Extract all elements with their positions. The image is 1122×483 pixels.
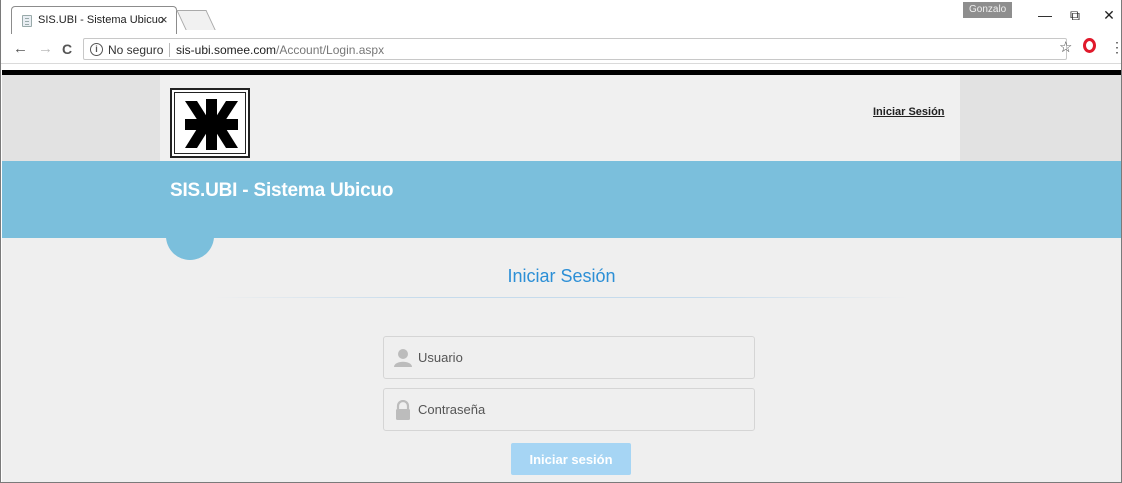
title-banner: SIS.UBI - Sistema Ubicuo <box>2 161 1121 238</box>
url-host: sis-ubi.somee.com <box>176 43 277 57</box>
header-login-link[interactable]: Iniciar Sesión <box>873 106 945 118</box>
password-input[interactable] <box>418 399 738 419</box>
password-field[interactable] <box>383 388 755 431</box>
close-window-icon[interactable]: ✕ <box>1099 7 1119 24</box>
username-field[interactable] <box>383 336 755 379</box>
new-tab-button[interactable] <box>176 10 216 30</box>
url-text[interactable]: sis-ubi.somee.com/Account/Login.aspx <box>176 43 384 57</box>
restore-icon[interactable]: ⧉ <box>1065 7 1085 24</box>
banner-tab-decoration <box>166 228 214 260</box>
tab-strip: SIS.UBI - Sistema Ubicuo × Gonzalo — ⧉ ✕ <box>1 0 1121 34</box>
browser-menu-icon[interactable]: ⋮ <box>1110 39 1121 56</box>
address-bar[interactable]: i No seguro sis-ubi.somee.com/Account/Lo… <box>83 38 1067 60</box>
site-header-center <box>160 75 960 161</box>
minimize-icon[interactable]: — <box>1035 7 1055 23</box>
utn-logo[interactable] <box>170 88 250 158</box>
tab-title: SIS.UBI - Sistema Ubicuo <box>38 14 164 26</box>
user-icon <box>394 349 412 367</box>
logo-frame <box>174 92 246 154</box>
login-heading: Iniciar Sesión <box>507 266 616 286</box>
url-divider <box>169 43 170 57</box>
lock-icon <box>396 400 410 420</box>
info-icon[interactable]: i <box>90 43 103 56</box>
page-favicon-icon <box>22 15 32 27</box>
reload-icon[interactable]: C <box>62 41 72 57</box>
page-content: Iniciar Sesión SIS.UBI - Sistema Ubicuo … <box>2 70 1121 482</box>
security-indicator[interactable]: No seguro <box>108 43 163 57</box>
opera-extension-icon[interactable] <box>1083 38 1096 53</box>
back-arrow-icon[interactable]: ← <box>13 40 28 57</box>
browser-window: SIS.UBI - Sistema Ubicuo × Gonzalo — ⧉ ✕… <box>0 0 1122 483</box>
login-submit-button[interactable]: Iniciar sesión <box>511 443 631 475</box>
browser-tab[interactable]: SIS.UBI - Sistema Ubicuo × <box>11 6 177 34</box>
profile-badge[interactable]: Gonzalo <box>963 2 1013 18</box>
tab-close-icon[interactable]: × <box>160 12 168 27</box>
heading-divider <box>214 297 908 298</box>
username-input[interactable] <box>418 347 738 367</box>
site-title: SIS.UBI - Sistema Ubicuo <box>170 180 394 201</box>
browser-toolbar: ← → C i No seguro sis-ubi.somee.com/Acco… <box>1 34 1121 64</box>
utn-emblem-icon <box>185 99 238 150</box>
forward-arrow-icon[interactable]: → <box>38 40 53 57</box>
url-path: /Account/Login.aspx <box>276 43 385 57</box>
bookmark-star-icon[interactable]: ☆ <box>1059 38 1072 56</box>
